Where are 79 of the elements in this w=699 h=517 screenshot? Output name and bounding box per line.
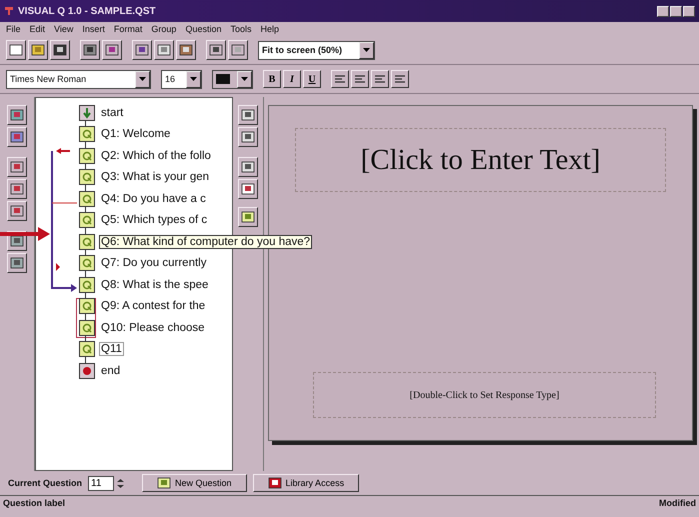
align-icon — [355, 74, 365, 84]
caret-icon — [190, 77, 197, 81]
columns-button[interactable] — [238, 127, 258, 147]
caret-icon — [139, 77, 146, 81]
menu-item[interactable]: Help — [260, 24, 279, 34]
new-button[interactable] — [6, 40, 26, 60]
branch-button[interactable] — [7, 105, 27, 125]
text-style-button[interactable]: B — [263, 70, 281, 88]
ungroup-button[interactable] — [7, 253, 27, 273]
caret-icon — [241, 77, 248, 81]
font-dropdown[interactable]: Times New Roman — [6, 70, 151, 88]
list-button[interactable] — [238, 157, 258, 177]
minimize-button[interactable] — [657, 6, 669, 16]
tree-item[interactable]: Q1: Welcome — [99, 127, 172, 142]
zoom-dropdown[interactable]: Fit to screen (50%) — [258, 40, 375, 60]
undo-button[interactable] — [206, 40, 226, 60]
status-text: Modified — [659, 498, 696, 508]
menu-item[interactable]: Question — [185, 24, 222, 34]
align-center-button[interactable] — [351, 70, 369, 88]
caret-icon — [363, 48, 370, 52]
menu-item[interactable]: File — [6, 24, 21, 34]
window-title: VISUAL Q 1.0 - SAMPLE.QST — [18, 6, 156, 16]
menu-item[interactable]: View — [54, 24, 74, 34]
end-node-icon — [79, 362, 95, 379]
color-dropdown[interactable] — [212, 70, 253, 88]
status-text: Question label — [3, 498, 66, 508]
loop-button[interactable] — [7, 179, 27, 199]
current-question-field[interactable]: 11 — [88, 476, 114, 490]
align-right-button[interactable] — [371, 70, 389, 88]
tree-item[interactable]: end — [99, 364, 122, 378]
jump-button[interactable] — [7, 201, 27, 221]
text-style-button[interactable]: U — [303, 70, 321, 88]
menu-item[interactable]: Tools — [230, 24, 252, 34]
redo-button[interactable] — [228, 40, 248, 60]
library-access-button[interactable]: Library Access — [252, 474, 360, 492]
tree-item[interactable]: Q4: Do you have a c — [99, 192, 208, 206]
paste-button[interactable] — [176, 40, 196, 60]
open-button[interactable] — [28, 40, 48, 60]
title-text-box[interactable]: [Click to Enter Text] — [295, 128, 666, 192]
tree-item[interactable]: Q3: What is your gen — [99, 170, 212, 184]
menu-item[interactable]: Insert — [82, 24, 105, 34]
tooltip: Q6: What kind of computer do you have? — [99, 234, 312, 249]
spell-check-button[interactable] — [102, 40, 122, 60]
copy-button[interactable] — [154, 40, 174, 60]
close-button[interactable] — [683, 6, 695, 16]
response-box[interactable]: [Double-Click to Set Response Type] — [313, 372, 656, 418]
save-button[interactable] — [50, 40, 70, 60]
tree-item[interactable]: Q7: Do you currently — [99, 256, 208, 270]
maximize-button[interactable] — [670, 6, 682, 16]
color-swatch-icon — [216, 74, 230, 84]
font-size-dropdown[interactable]: 16 — [161, 70, 202, 88]
tree-item[interactable]: Q5: Which types of c — [99, 213, 210, 228]
spin-arrows-icon — [115, 476, 126, 490]
justify-button[interactable] — [391, 70, 409, 88]
menu-item[interactable]: Format — [114, 24, 142, 34]
image-button[interactable] — [238, 179, 258, 199]
new-question-button[interactable]: New Question — [142, 474, 247, 492]
align-icon — [395, 74, 405, 84]
skip-button[interactable] — [7, 157, 27, 177]
tree-item[interactable]: Q9: A contest for the — [99, 299, 208, 314]
tree-item[interactable]: Q8: What is the spee — [99, 278, 210, 292]
menu-item[interactable]: Edit — [30, 24, 46, 34]
question-button[interactable] — [238, 207, 258, 227]
app-icon — [4, 6, 14, 16]
align-left-button[interactable] — [331, 70, 349, 88]
tree-item[interactable]: Q11 — [99, 342, 124, 356]
tree-item[interactable]: Q2: Which of the follo — [99, 148, 213, 163]
menu-item[interactable]: Group — [151, 24, 176, 34]
tree-item[interactable]: Q10: Please choose — [99, 320, 207, 335]
text-button[interactable] — [238, 105, 258, 125]
current-question-label: Current Question — [8, 478, 82, 488]
start-node-icon — [79, 104, 95, 121]
print-button[interactable] — [80, 40, 100, 60]
link-button[interactable] — [7, 127, 27, 147]
tree-item[interactable]: start — [99, 106, 126, 120]
align-icon — [375, 74, 385, 84]
cut-button[interactable] — [132, 40, 152, 60]
text-style-button[interactable]: I — [283, 70, 301, 88]
align-icon — [335, 74, 345, 84]
